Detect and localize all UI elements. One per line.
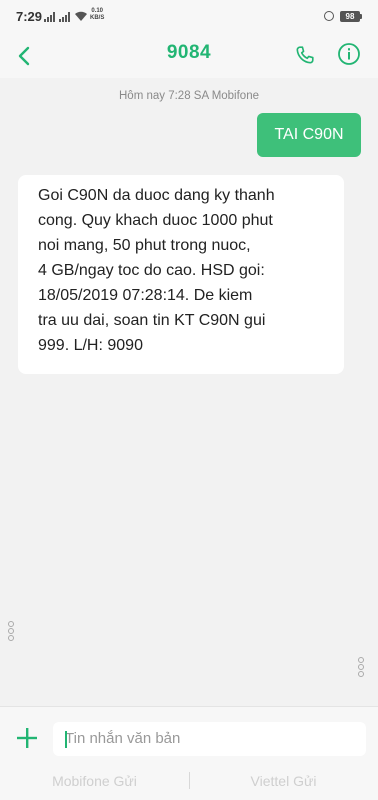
network-speed: 0.10 KB/S: [90, 8, 105, 21]
message-line: cong. Quy khach duoc 1000 phut: [38, 212, 273, 229]
info-button[interactable]: [334, 39, 364, 69]
battery-tip: [360, 14, 362, 19]
call-button[interactable]: [290, 40, 320, 70]
message-input[interactable]: Tin nhắn văn bản: [53, 722, 366, 756]
message-line: Goi C90N da duoc dang ky thanh: [38, 187, 275, 204]
send-options: Mobifone Gửi Viettel Gửi: [0, 765, 378, 797]
message-line: 999. L/H: 9090: [38, 337, 143, 354]
send-sim2-button[interactable]: Viettel Gửi: [189, 765, 378, 797]
drag-handle-right-icon[interactable]: [358, 657, 366, 677]
signal-sim1-icon: [44, 12, 55, 22]
message-line: tra uu dai, soan tin KT C90N gui: [38, 312, 266, 329]
alarm-icon: [324, 11, 334, 21]
status-time: 7:29: [16, 9, 43, 24]
message-line: 18/05/2019 07:28:14. De kiem: [38, 287, 253, 304]
send-sim1-button[interactable]: Mobifone Gửi: [0, 765, 189, 797]
contact-title: 9084: [166, 42, 212, 63]
conversation-header: 9084: [0, 34, 378, 78]
message-list[interactable]: Hôm nay 7:28 SA Mobifone TAI C90N Goi C9…: [0, 78, 378, 706]
phone-icon: [296, 46, 314, 64]
drag-handle-left-icon[interactable]: [8, 621, 16, 641]
wifi-icon: [75, 11, 87, 21]
info-icon: [338, 43, 360, 65]
message-line: 4 GB/ngay toc do cao. HSD goi:: [38, 262, 265, 279]
add-attachment-button[interactable]: [14, 725, 40, 751]
status-bar: 7:29 0.10 KB/S 98: [0, 0, 378, 34]
message-timestamp: Hôm nay 7:28 SA Mobifone: [119, 90, 259, 102]
outgoing-message-bubble[interactable]: TAI C90N: [257, 113, 361, 157]
compose-bar: Tin nhắn văn bản Mobifone Gửi Viettel Gử…: [0, 706, 378, 800]
text-caret: [65, 731, 67, 748]
plus-icon: [17, 728, 37, 748]
message-line: noi mang, 50 phut trong nuoc,: [38, 237, 251, 254]
battery-icon: 98: [340, 11, 360, 22]
incoming-message-bubble[interactable]: Goi C90N da duoc dang ky thanh cong. Quy…: [18, 175, 344, 374]
signal-sim2-icon: [59, 12, 70, 22]
